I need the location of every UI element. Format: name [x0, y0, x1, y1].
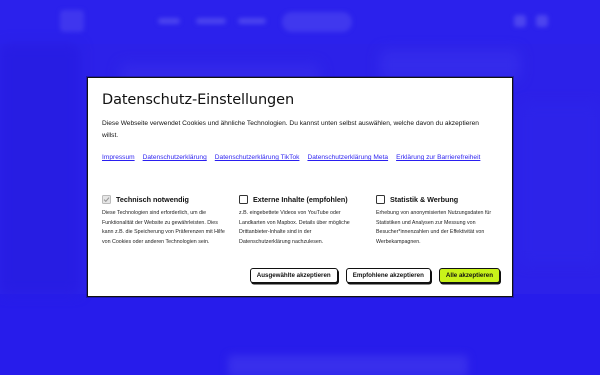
consent-categories: Technisch notwendig Diese Technologien s…: [102, 195, 502, 247]
category-necessary: Technisch notwendig Diese Technologien s…: [102, 195, 227, 247]
category-description: z.B. eingebettete Videos von YouTube ode…: [239, 210, 350, 245]
dialog-intro-text: Diese Webseite verwendet Cookies und ähn…: [102, 120, 479, 139]
link-privacy-policy-meta[interactable]: Datenschutzerklärung Meta: [307, 152, 388, 164]
privacy-settings-dialog: Datenschutz-Einstellungen Diese Webseite…: [87, 77, 513, 297]
dialog-title: Datenschutz-Einstellungen: [102, 92, 295, 108]
accept-selected-button[interactable]: Ausgewählte akzeptieren: [249, 268, 338, 283]
link-impressum[interactable]: Impressum: [102, 152, 135, 164]
category-title: Technisch notwendig: [116, 195, 189, 204]
accept-all-button[interactable]: Alle akzeptieren: [438, 268, 500, 283]
link-privacy-policy-tiktok[interactable]: Datenschutzerklärung TikTok: [215, 152, 300, 164]
category-description: Erhebung von anonymisierten Nutzungsdate…: [376, 210, 492, 245]
checkbox-necessary: [102, 195, 111, 204]
category-description: Diese Technologien sind erforderlich, um…: [102, 210, 225, 245]
accept-recommended-button[interactable]: Empfohlene akzeptieren: [345, 268, 431, 283]
category-statistics: Statistik & Werbung Erhebung von anonymi…: [376, 195, 501, 247]
category-title[interactable]: Externe Inhalte (empfohlen): [253, 195, 348, 204]
dialog-actions: Ausgewählte akzeptieren Empfohlene akzep…: [249, 268, 500, 283]
legal-links: Impressum Datenschutzerklärung Datenschu…: [102, 152, 492, 164]
category-external-content: Externe Inhalte (empfohlen) z.B. eingebe…: [239, 195, 364, 247]
checkbox-external-content[interactable]: [239, 195, 248, 204]
check-icon: [103, 197, 110, 203]
link-privacy-policy[interactable]: Datenschutzerklärung: [143, 152, 207, 164]
category-title[interactable]: Statistik & Werbung: [390, 195, 458, 204]
checkbox-statistics[interactable]: [376, 195, 385, 204]
link-accessibility-statement[interactable]: Erklärung zur Barrierefreiheit: [396, 152, 480, 164]
